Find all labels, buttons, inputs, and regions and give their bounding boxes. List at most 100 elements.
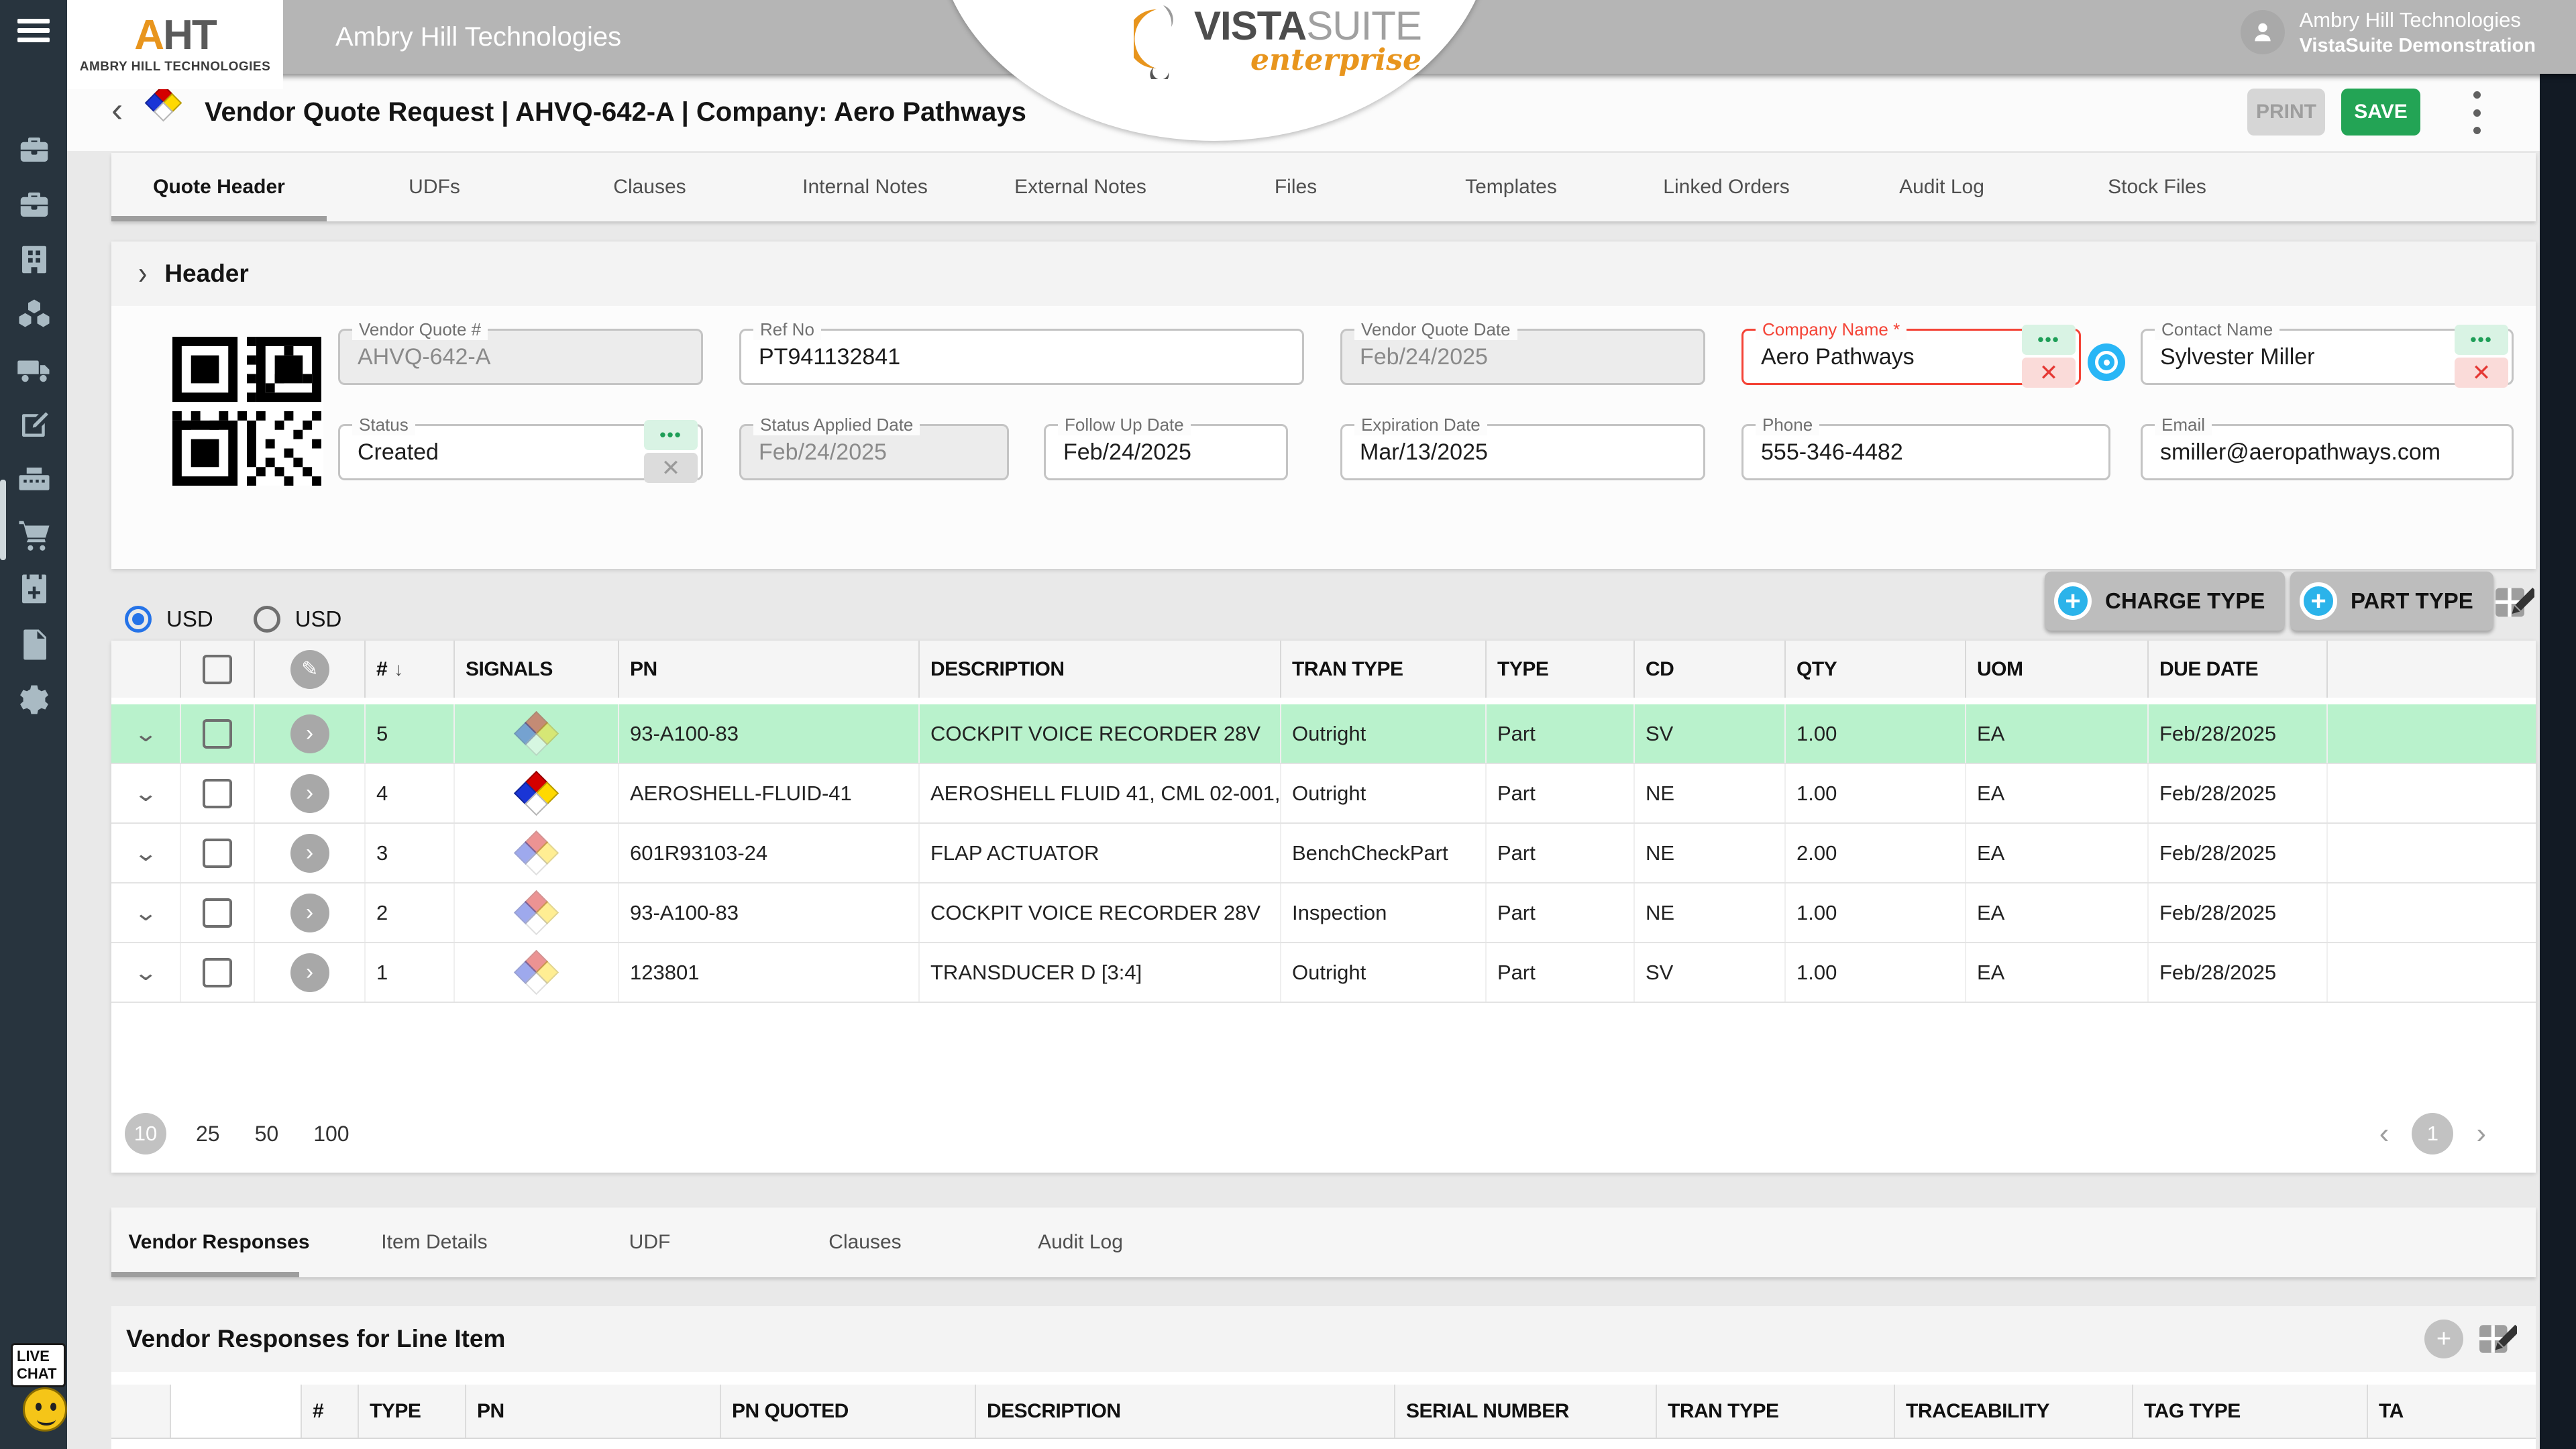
tab-stock-files[interactable]: Stock Files <box>2049 153 2265 221</box>
toolbox-icon[interactable] <box>16 131 52 168</box>
rcol-ta-clipped[interactable]: TA <box>2368 1385 2536 1438</box>
contact-lookup-button[interactable]: ••• <box>2455 325 2508 355</box>
field-ref-no[interactable]: Ref No PT941132841 <box>739 329 1304 385</box>
field-follow-up-date[interactable]: Follow Up Date Feb/24/2025 <box>1044 424 1288 480</box>
expand-chevron-icon[interactable]: ⌄ <box>133 840 158 867</box>
col-pn[interactable]: PN <box>619 641 920 698</box>
expand-chevron-icon[interactable]: ⌄ <box>133 900 158 926</box>
expand-chevron-icon[interactable]: ⌄ <box>133 780 158 807</box>
hamburger-menu-icon[interactable] <box>17 19 50 46</box>
expand-chevron-icon[interactable]: ⌄ <box>133 959 158 986</box>
rcol-serial-number[interactable]: SERIAL NUMBER <box>1395 1385 1657 1438</box>
live-chat-widget[interactable]: LIVE CHAT <box>11 1343 78 1444</box>
rcol-num[interactable]: # <box>302 1385 359 1438</box>
rcol-pn-quoted[interactable]: PN QUOTED <box>721 1385 976 1438</box>
table-row[interactable]: ⌄ › 5 93-A100-83 COCKPIT VOICE RECORDER … <box>111 704 2536 764</box>
row-open-button[interactable]: › <box>290 774 329 813</box>
row-open-button[interactable]: › <box>290 953 329 992</box>
row-checkbox[interactable] <box>203 839 232 868</box>
tab-audit-log[interactable]: Audit Log <box>1834 153 2049 221</box>
tab-linked-orders[interactable]: Linked Orders <box>1619 153 1834 221</box>
rcol-description[interactable]: DESCRIPTION <box>976 1385 1395 1438</box>
table-row[interactable]: ⌄ › 2 93-A100-83 COCKPIT VOICE RECORDER … <box>111 883 2536 943</box>
save-button[interactable]: SAVE <box>2341 89 2420 136</box>
print-button[interactable]: PRINT <box>2247 89 2325 136</box>
field-status-applied-date[interactable]: Status Applied Date Feb/24/2025 <box>739 424 1009 480</box>
signal-diamond-icon[interactable] <box>515 712 558 755</box>
field-email[interactable]: Email smiller@aeropathways.com <box>2141 424 2514 480</box>
status-lookup-button[interactable]: ••• <box>644 420 698 450</box>
tab-item-details[interactable]: Item Details <box>327 1208 542 1277</box>
signal-diamond-icon[interactable] <box>515 832 558 875</box>
tab-templates[interactable]: Templates <box>1403 153 1619 221</box>
company-view-button[interactable] <box>2088 343 2125 381</box>
sidebar-scroll-thumb[interactable] <box>0 480 6 560</box>
edit-rows-button[interactable]: ✎ <box>290 650 329 689</box>
user-avatar[interactable] <box>2241 10 2285 54</box>
shipping-truck-icon[interactable] <box>16 352 52 388</box>
rcol-tran-type[interactable]: TRAN TYPE <box>1657 1385 1895 1438</box>
col-type[interactable]: TYPE <box>1487 641 1635 698</box>
page-size-option[interactable]: 50 <box>255 1122 279 1146</box>
table-row[interactable]: ⌄ › 1 123801 TRANSDUCER D [3:4] Outright… <box>111 943 2536 1003</box>
tab-clauses-bottom[interactable]: Clauses <box>757 1208 973 1277</box>
col-cd[interactable]: CD <box>1635 641 1786 698</box>
page-size-option[interactable]: 25 <box>196 1122 220 1146</box>
tab-audit-log-bottom[interactable]: Audit Log <box>973 1208 1188 1277</box>
tab-vendor-responses[interactable]: Vendor Responses <box>111 1208 327 1277</box>
company-clear-button[interactable]: ✕ <box>2022 358 2076 388</box>
field-contact-name[interactable]: Contact Name Sylvester Miller ••• ✕ <box>2141 329 2514 385</box>
col-description[interactable]: DESCRIPTION <box>920 641 1281 698</box>
select-all-checkbox[interactable] <box>203 655 232 684</box>
current-page-badge[interactable]: 1 <box>2412 1113 2453 1155</box>
header-collapse-chevron-icon[interactable]: › <box>138 256 147 292</box>
currency-radio-unselected[interactable] <box>254 606 280 633</box>
tab-quote-header[interactable]: Quote Header <box>111 153 327 221</box>
edit-columns-icon[interactable] <box>2478 1320 2517 1358</box>
quotes-edit-icon[interactable] <box>16 407 52 443</box>
more-options-kebab-icon[interactable] <box>2470 91 2483 134</box>
field-vendor-quote-date[interactable]: Vendor Quote Date Feb/24/2025 <box>1340 329 1705 385</box>
company-lookup-button[interactable]: ••• <box>2022 325 2076 355</box>
tab-files[interactable]: Files <box>1188 153 1403 221</box>
row-checkbox[interactable] <box>203 898 232 928</box>
row-checkbox[interactable] <box>203 719 232 749</box>
field-company-name[interactable]: Company Name * Aero Pathways ••• ✕ <box>1741 329 2081 385</box>
currency-radio-selected[interactable] <box>125 606 152 633</box>
prev-page-icon[interactable]: ‹ <box>2379 1117 2390 1150</box>
briefcase-icon[interactable] <box>16 186 52 223</box>
tab-udfs[interactable]: UDFs <box>327 153 542 221</box>
header-section-bar[interactable]: › Header <box>111 241 2536 306</box>
field-status[interactable]: Status Created ••• ✕ <box>338 424 703 480</box>
page-size-option[interactable]: 100 <box>313 1122 349 1146</box>
signal-diamond-icon[interactable] <box>515 772 558 815</box>
field-expiration-date[interactable]: Expiration Date Mar/13/2025 <box>1340 424 1705 480</box>
parts-cubes-icon[interactable] <box>16 297 52 333</box>
col-qty[interactable]: QTY <box>1786 641 1966 698</box>
expand-chevron-icon[interactable]: ⌄ <box>133 720 158 747</box>
signal-diamond-icon[interactable] <box>515 892 558 934</box>
tab-internal-notes[interactable]: Internal Notes <box>757 153 973 221</box>
next-page-icon[interactable]: › <box>2476 1117 2486 1150</box>
field-phone[interactable]: Phone 555-346-4482 <box>1741 424 2110 480</box>
table-row[interactable]: ⌄ › 4 AEROSHELL-FLUID-41 AEROSHELL FLUID… <box>111 764 2536 824</box>
tab-clauses[interactable]: Clauses <box>542 153 757 221</box>
aht-logo[interactable]: AHT AMBRY HILL TECHNOLOGIES <box>67 0 283 89</box>
part-type-button[interactable]: + PART TYPE <box>2290 572 2493 631</box>
rcol-tag-type[interactable]: TAG TYPE <box>2133 1385 2368 1438</box>
col-tran-type[interactable]: TRAN TYPE <box>1281 641 1487 698</box>
user-menu[interactable]: Ambry Hill Technologies VistaSuite Demon… <box>2241 7 2536 58</box>
rcol-type[interactable]: TYPE <box>359 1385 466 1438</box>
col-signals[interactable]: SIGNALS <box>455 641 619 698</box>
row-checkbox[interactable] <box>203 779 232 808</box>
status-clear-button[interactable]: ✕ <box>644 453 698 483</box>
table-row[interactable]: ⌄ › 3 601R93103-24 FLAP ACTUATOR BenchCh… <box>111 824 2536 883</box>
col-num[interactable]: #↓ <box>366 641 455 698</box>
col-due-date[interactable]: DUE DATE <box>2149 641 2328 698</box>
row-open-button[interactable]: › <box>290 834 329 873</box>
document-file-icon[interactable] <box>16 627 52 663</box>
signal-diamond-icon[interactable] <box>515 951 558 994</box>
rcol-pn[interactable]: PN <box>466 1385 721 1438</box>
row-open-button[interactable]: › <box>290 714 329 753</box>
settings-gear-icon[interactable] <box>16 682 52 718</box>
